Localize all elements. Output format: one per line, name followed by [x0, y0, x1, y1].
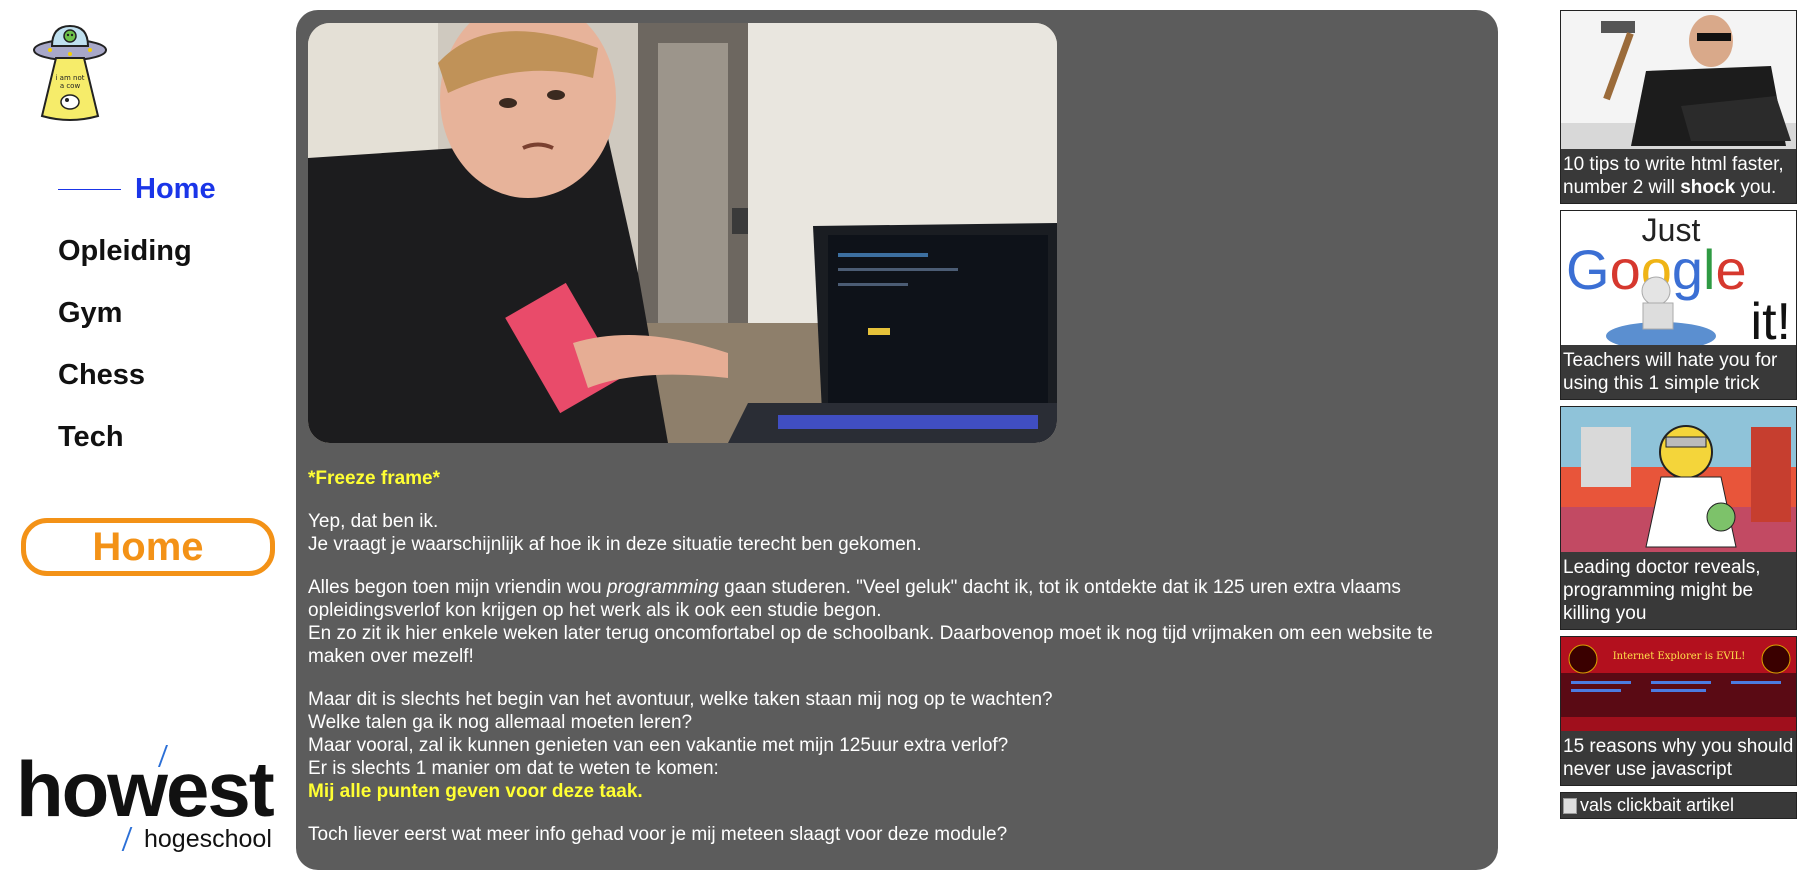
article-text: *Freeze frame* Yep, dat ben ik. Je vraag… [308, 467, 1493, 866]
home-button[interactable]: Home [21, 518, 275, 576]
text-line: En zo zit ik hier enkele weken later ter… [308, 623, 1433, 667]
freeze-frame-heading: *Freeze frame* [308, 468, 441, 489]
nav-item-gym[interactable]: Gym [58, 282, 216, 344]
ad-caption: 15 reasons why you should never use java… [1563, 736, 1794, 780]
paragraph-intro: Yep, dat ben ik. Je vraagt je waarschijn… [308, 510, 1493, 556]
ad-caption: Teachers will hate you for using this 1 … [1563, 350, 1778, 394]
ad-image-internet-explorer-evil: Internet Explorer is EVIL! [1561, 637, 1796, 731]
broken-image-alt: vals clickbait artikel [1580, 795, 1735, 815]
howest-logo[interactable]: howest hogeschool [16, 745, 282, 853]
ad-html-tips[interactable]: 10 tips to write html faster, number 2 w… [1560, 10, 1797, 204]
paragraph-more-info: Toch liever eerst wat meer info gehad vo… [308, 823, 1493, 846]
text-line: Welke talen ga ik nog allemaal moeten le… [308, 712, 693, 733]
active-indicator [58, 188, 121, 190]
highlight-request: Mij alle punten geven voor deze taak. [308, 781, 643, 802]
ad-image-hammer-laptop [1561, 11, 1796, 149]
text-line: Toch liever eerst wat meer info gehad vo… [308, 824, 1008, 845]
paragraph-questions: Maar dit is slechts het begin van het av… [308, 688, 1493, 803]
paragraph-story: Alles begon toen mijn vriendin wou progr… [308, 576, 1493, 668]
main-content-card: *Freeze frame* Yep, dat ben ik. Je vraag… [296, 10, 1498, 870]
nav-label: Home [135, 172, 216, 205]
nav-item-opleiding[interactable]: Opleiding [58, 220, 216, 282]
nav-label: Opleiding [58, 234, 192, 267]
text-line: Alles begon toen mijn vriendin wou [308, 577, 607, 598]
broken-image-icon [1563, 797, 1577, 814]
svg-text:i am not: i am not [56, 74, 85, 82]
text-line: Yep, dat ben ik. [308, 511, 439, 532]
nav-item-home[interactable]: Home [58, 158, 216, 220]
howest-subtitle: hogeschool [144, 825, 272, 853]
ad-doctor-reveals[interactable]: Leading doctor reveals, programming migh… [1560, 406, 1797, 630]
svg-text:a cow: a cow [60, 82, 81, 90]
hero-photo [308, 23, 1057, 443]
svg-text:it!: it! [1751, 293, 1791, 345]
clickbait-ads: 10 tips to write html faster, number 2 w… [1560, 10, 1797, 819]
nav-label: Tech [58, 420, 124, 453]
ad-caption: Leading doctor reveals, programming migh… [1563, 557, 1761, 624]
howest-wordmark: howest [16, 745, 275, 833]
main-nav: Home Opleiding Gym Chess Tech [58, 158, 216, 468]
ad-javascript-reasons[interactable]: Internet Explorer is EVIL! 15 reasons wh… [1560, 636, 1797, 786]
ufo-cow-logo[interactable]: i am not a cow [30, 18, 110, 123]
text-line: Je vraagt je waarschijnlijk af hoe ik in… [308, 534, 922, 555]
ad-broken-image[interactable]: vals clickbait artikel [1560, 792, 1797, 819]
ad-caption: 10 tips to write html faster, number 2 w… [1561, 149, 1796, 203]
ad-google-trick[interactable]: Just Google it! Teachers will hate you f… [1560, 210, 1797, 400]
ad-text-bold: shock [1680, 177, 1736, 198]
ad-image-just-google-it: Just Google it! [1561, 211, 1796, 345]
text-line: Er is slechts 1 manier om dat te weten t… [308, 758, 719, 779]
home-button-label: Home [92, 524, 204, 569]
text-line: Maar dit is slechts het begin van het av… [308, 689, 1053, 710]
ad4-image-text: Internet Explorer is EVIL! [1613, 651, 1746, 662]
nav-label: Chess [58, 358, 146, 391]
text-line: Maar vooral, zal ik kunnen genieten van … [308, 735, 1009, 756]
ad-image-cartoon-doctor [1561, 407, 1796, 552]
nav-item-chess[interactable]: Chess [58, 344, 216, 406]
nav-item-tech[interactable]: Tech [58, 406, 216, 468]
emphasis-programming: programming [606, 577, 719, 598]
nav-label: Gym [58, 296, 123, 329]
ad-text: you. [1735, 177, 1777, 198]
